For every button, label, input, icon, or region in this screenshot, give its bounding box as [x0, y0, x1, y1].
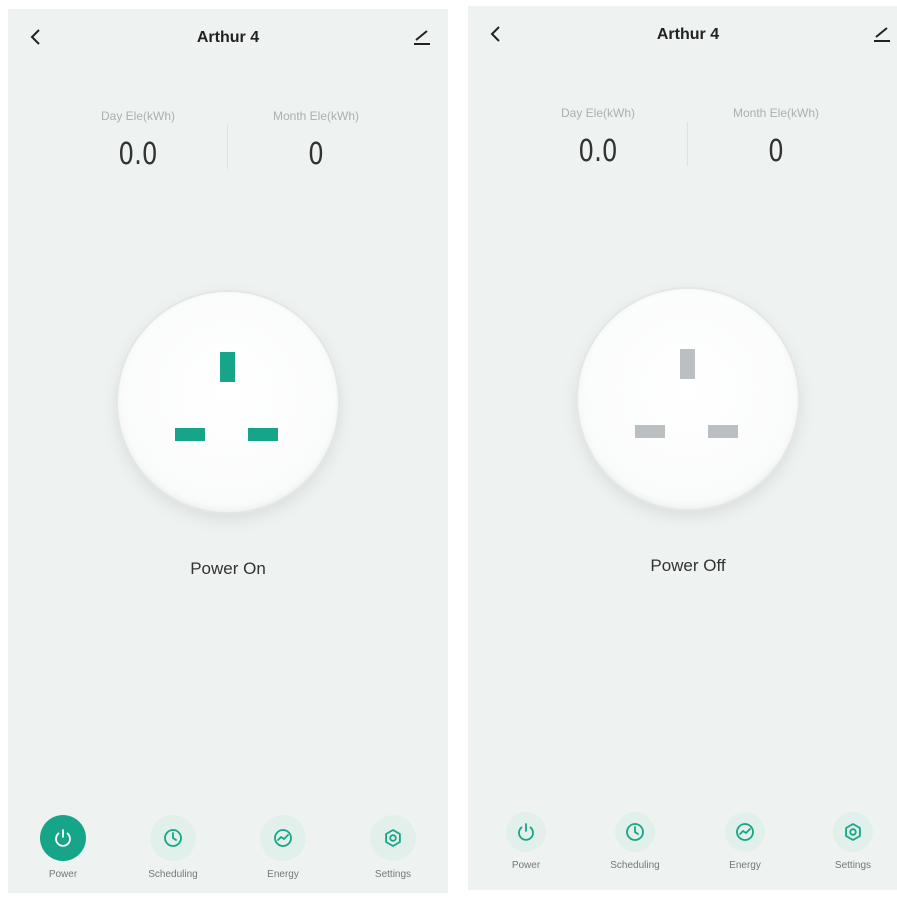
day-energy-value: 0.0 — [118, 137, 158, 172]
tab-power[interactable]: Power — [18, 815, 108, 880]
stats-divider — [227, 125, 228, 169]
top-bar: Arthur 4 — [8, 9, 448, 65]
power-tab-circle — [506, 812, 546, 852]
edit-icon — [414, 30, 430, 45]
tab-scheduling[interactable]: Scheduling — [590, 812, 680, 871]
tab-energy[interactable]: Energy — [700, 812, 790, 871]
socket-pin-left — [175, 428, 205, 441]
bottom-tab-bar: Power Scheduling Energy Settings — [8, 815, 448, 893]
scheduling-tab-circle — [150, 815, 196, 861]
bottom-tab-bar: Power Scheduling Energy Settings — [468, 812, 897, 890]
settings-tab-circle — [833, 812, 873, 852]
stats-divider — [687, 122, 688, 166]
energy-tab-circle — [725, 812, 765, 852]
energy-icon — [736, 823, 754, 841]
socket-pin-left — [635, 425, 665, 438]
gear-icon — [385, 829, 401, 847]
tab-settings[interactable]: Settings — [348, 815, 438, 880]
gear-icon — [845, 823, 861, 841]
edit-button[interactable] — [866, 18, 897, 50]
socket-pin-top — [220, 352, 235, 382]
energy-stats: Day Ele(kWh) 0.0 Month Ele(kWh) 0 — [8, 109, 448, 199]
day-energy-label: Day Ele(kWh) — [100, 109, 175, 123]
month-energy-stat: Month Ele(kWh) 0 — [236, 109, 396, 172]
tab-scheduling-label: Scheduling — [610, 860, 660, 871]
day-energy-stat: Day Ele(kWh) 0.0 — [58, 109, 218, 172]
energy-icon — [274, 829, 292, 847]
day-energy-stat: Day Ele(kWh) 0.0 — [518, 106, 678, 169]
tab-energy[interactable]: Energy — [238, 815, 328, 880]
tab-power-label: Power — [511, 860, 541, 871]
day-energy-label: Day Ele(kWh) — [560, 106, 635, 120]
socket-power-toggle[interactable] — [118, 292, 338, 512]
energy-stats: Day Ele(kWh) 0.0 Month Ele(kWh) 0 — [468, 106, 897, 196]
device-screen-power-on: Arthur 4 Day Ele(kWh) 0.0 Month Ele(kWh)… — [8, 9, 448, 893]
device-title: Arthur 4 — [196, 29, 260, 46]
tab-energy-label: Energy — [729, 860, 761, 871]
month-energy-value: 0 — [768, 134, 784, 169]
clock-icon — [164, 829, 182, 847]
settings-tab-circle — [370, 815, 416, 861]
tab-power-label: Power — [48, 869, 78, 880]
power-icon — [518, 823, 534, 841]
device-screen-power-off: Arthur 4 Day Ele(kWh) 0.0 Month Ele(kWh)… — [468, 6, 897, 890]
power-icon — [55, 829, 71, 847]
socket-pin-right — [708, 425, 738, 438]
scheduling-tab-circle — [615, 812, 655, 852]
month-energy-value: 0 — [308, 137, 324, 172]
socket-pin-right — [248, 428, 278, 441]
energy-tab-circle — [260, 815, 306, 861]
month-energy-label: Month Ele(kWh) — [272, 109, 360, 123]
socket-pin-top — [680, 349, 695, 379]
tab-scheduling-label: Scheduling — [148, 869, 198, 880]
edit-button[interactable] — [406, 21, 438, 53]
tab-settings[interactable]: Settings — [808, 812, 897, 871]
tab-power[interactable]: Power — [481, 812, 571, 871]
month-energy-label: Month Ele(kWh) — [732, 106, 820, 120]
tab-settings-label: Settings — [834, 860, 872, 871]
tab-energy-label: Energy — [267, 869, 299, 880]
socket-power-toggle[interactable] — [578, 289, 798, 509]
top-bar: Arthur 4 — [468, 6, 897, 62]
clock-icon — [626, 823, 644, 841]
device-title: Arthur 4 — [656, 26, 720, 43]
tab-settings-label: Settings — [374, 869, 412, 880]
power-status-text: Power Off — [650, 556, 726, 575]
power-status-text: Power On — [190, 559, 266, 578]
tab-scheduling[interactable]: Scheduling — [128, 815, 218, 880]
month-energy-stat: Month Ele(kWh) 0 — [696, 106, 856, 169]
edit-icon — [874, 27, 890, 42]
day-energy-value: 0.0 — [578, 134, 618, 169]
power-tab-circle — [40, 815, 86, 861]
